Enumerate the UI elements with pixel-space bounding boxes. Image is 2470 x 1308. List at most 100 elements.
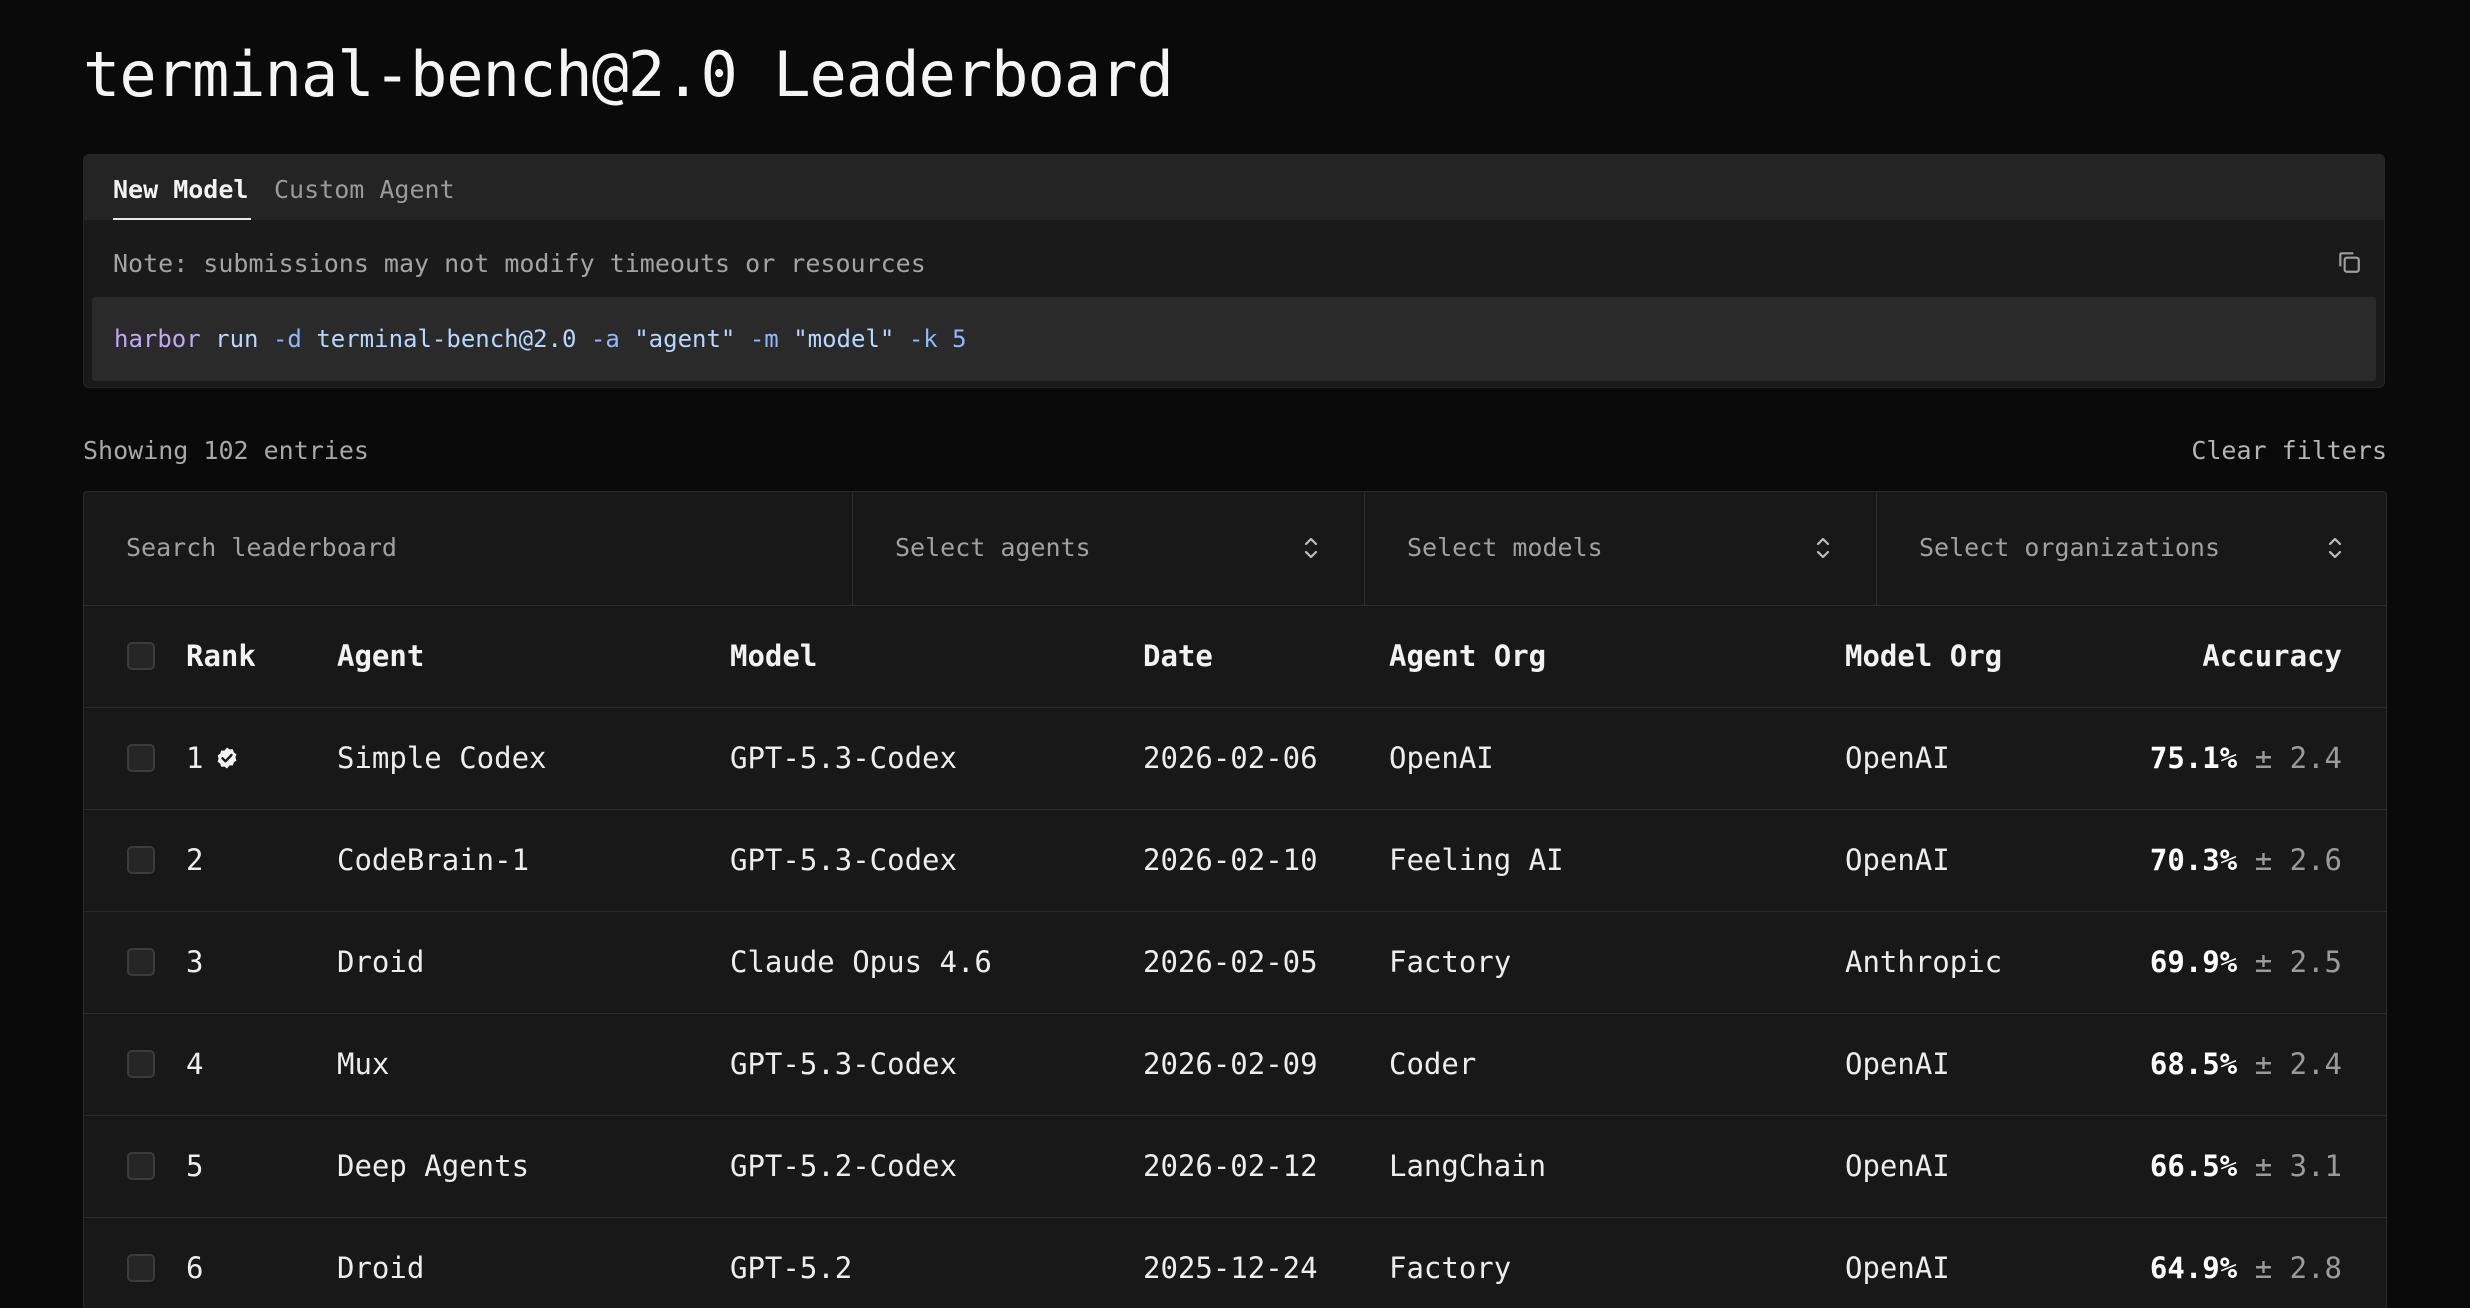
agent-cell: Simple Codex xyxy=(337,741,547,775)
filter-bar: Search leaderboard Select agents Select … xyxy=(84,492,2386,606)
leaderboard-page: terminal-bench@2.0 Leaderboard New Model… xyxy=(0,0,2470,1308)
select-all-checkbox[interactable] xyxy=(127,642,155,670)
select-agents-dropdown[interactable]: Select agents xyxy=(852,492,1364,605)
row-checkbox[interactable] xyxy=(127,1152,155,1180)
accuracy-cell: 75.1% ± 2.4 xyxy=(2150,708,2342,809)
command-dataset: terminal-bench@2.0 xyxy=(316,325,577,353)
row-checkbox[interactable] xyxy=(127,744,155,772)
date-cell: 2026-02-12 xyxy=(1143,1149,1318,1183)
agent-cell: CodeBrain-1 xyxy=(337,843,530,877)
date-cell: 2025-12-24 xyxy=(1143,1251,1318,1285)
header-agent-org[interactable]: Agent Org xyxy=(1389,606,1546,707)
table-row[interactable]: 2 CodeBrain-1 GPT-5.3-Codex 2026-02-10 F… xyxy=(84,810,2386,912)
select-agents-label: Select agents xyxy=(895,533,1091,562)
header-date[interactable]: Date xyxy=(1143,606,1213,707)
header-accuracy[interactable]: Accuracy xyxy=(2202,606,2342,707)
rank-cell: 5 xyxy=(186,1149,204,1183)
accuracy-error: ± 2.5 xyxy=(2254,945,2342,979)
date-cell: 2026-02-09 xyxy=(1143,1047,1318,1081)
table-row[interactable]: 4 Mux GPT-5.3-Codex 2026-02-09 Coder Ope… xyxy=(84,1014,2386,1116)
rank-value: 1 xyxy=(186,741,204,775)
select-models-label: Select models xyxy=(1407,533,1603,562)
header-agent[interactable]: Agent xyxy=(337,606,424,707)
accuracy-cell: 64.9% ± 2.8 xyxy=(2150,1218,2342,1308)
model-cell: Claude Opus 4.6 xyxy=(730,945,992,979)
date-cell: 2026-02-06 xyxy=(1143,741,1318,775)
agent-org-cell: Factory xyxy=(1389,1251,1512,1285)
accuracy-value: 75.1% xyxy=(2149,741,2238,775)
accuracy-value: 69.9% xyxy=(2149,945,2238,979)
select-models-dropdown[interactable]: Select models xyxy=(1364,492,1876,605)
tab-custom-agent[interactable]: Custom Agent xyxy=(274,175,455,204)
model-org-cell: OpenAI xyxy=(1845,843,1950,877)
agent-org-cell: Factory xyxy=(1389,945,1512,979)
row-checkbox[interactable] xyxy=(127,948,155,976)
accuracy-error: ± 2.4 xyxy=(2254,1047,2342,1081)
model-cell: GPT-5.3-Codex xyxy=(730,741,957,775)
command-flag-k: -k xyxy=(908,325,938,353)
model-cell: GPT-5.3-Codex xyxy=(730,843,957,877)
command-subcommand: run xyxy=(215,325,259,353)
page-title: terminal-bench@2.0 Leaderboard xyxy=(83,38,1174,111)
rank-cell: 3 xyxy=(186,945,204,979)
row-checkbox[interactable] xyxy=(127,846,155,874)
accuracy-cell: 68.5% ± 2.4 xyxy=(2150,1014,2342,1115)
rank-cell: 2 xyxy=(186,843,204,877)
agent-org-cell: Coder xyxy=(1389,1047,1477,1081)
command-model-arg: "model" xyxy=(793,325,895,353)
table-row[interactable]: 1 Simple Codex GPT-5.3-Codex 2026-02-06 … xyxy=(84,708,2386,810)
rank-cell: 6 xyxy=(186,1251,204,1285)
rank-cell: 1 xyxy=(186,708,239,809)
date-cell: 2026-02-05 xyxy=(1143,945,1318,979)
row-checkbox[interactable] xyxy=(127,1254,155,1282)
search-input[interactable]: Search leaderboard xyxy=(84,492,852,605)
command-program: harbor xyxy=(114,325,201,353)
header-rank[interactable]: Rank xyxy=(186,606,256,707)
accuracy-error: ± 3.1 xyxy=(2254,1149,2342,1183)
chevron-up-down-icon xyxy=(1816,537,1830,559)
command-flag-m: -m xyxy=(749,325,779,353)
submission-tabs: New Model Custom Agent xyxy=(84,155,2384,220)
copy-icon[interactable] xyxy=(2336,249,2362,275)
accuracy-error: ± 2.6 xyxy=(2254,843,2342,877)
accuracy-error: ± 2.8 xyxy=(2254,1251,2342,1285)
accuracy-cell: 70.3% ± 2.6 xyxy=(2150,810,2342,911)
model-cell: GPT-5.3-Codex xyxy=(730,1047,957,1081)
accuracy-cell: 66.5% ± 3.1 xyxy=(2150,1116,2342,1217)
model-org-cell: OpenAI xyxy=(1845,1047,1950,1081)
header-model[interactable]: Model xyxy=(730,606,817,707)
agent-cell: Droid xyxy=(337,1251,425,1285)
date-cell: 2026-02-10 xyxy=(1143,843,1318,877)
rank-cell: 4 xyxy=(186,1047,204,1081)
submission-panel: New Model Custom Agent Note: submissions… xyxy=(83,154,2385,388)
table-row[interactable]: 5 Deep Agents GPT-5.2-Codex 2026-02-12 L… xyxy=(84,1116,2386,1218)
select-organizations-label: Select organizations xyxy=(1919,533,2221,562)
header-model-org[interactable]: Model Org xyxy=(1845,606,2002,707)
entries-count: Showing 102 entries xyxy=(83,436,369,465)
agent-cell: Mux xyxy=(337,1047,390,1081)
agent-cell: Droid xyxy=(337,945,425,979)
model-cell: GPT-5.2-Codex xyxy=(730,1149,957,1183)
command-agent-arg: "agent" xyxy=(634,325,736,353)
command-line: harbor run -d terminal-bench@2.0 -a "age… xyxy=(114,325,967,353)
command-k-value: 5 xyxy=(952,325,967,353)
select-organizations-dropdown[interactable]: Select organizations xyxy=(1876,492,2386,605)
accuracy-value: 68.5% xyxy=(2149,1047,2238,1081)
table-row[interactable]: 6 Droid GPT-5.2 2025-12-24 Factory OpenA… xyxy=(84,1218,2386,1308)
command-flag-d: -d xyxy=(272,325,302,353)
accuracy-cell: 69.9% ± 2.5 xyxy=(2150,912,2342,1013)
search-placeholder: Search leaderboard xyxy=(126,533,397,562)
model-cell: GPT-5.2 xyxy=(730,1251,853,1285)
table-header: Rank Agent Model Date Agent Org Model Or… xyxy=(84,606,2386,708)
tab-new-model[interactable]: New Model xyxy=(113,175,248,204)
agent-org-cell: OpenAI xyxy=(1389,741,1494,775)
agent-org-cell: LangChain xyxy=(1389,1149,1547,1183)
command-flag-a: -a xyxy=(590,325,620,353)
model-org-cell: OpenAI xyxy=(1845,1149,1950,1183)
active-tab-indicator xyxy=(113,218,251,220)
chevron-up-down-icon xyxy=(2328,537,2342,559)
row-checkbox[interactable] xyxy=(127,1050,155,1078)
table-row[interactable]: 3 Droid Claude Opus 4.6 2026-02-05 Facto… xyxy=(84,912,2386,1014)
clear-filters-button[interactable]: Clear filters xyxy=(2191,436,2387,465)
accuracy-value: 70.3% xyxy=(2149,843,2238,877)
